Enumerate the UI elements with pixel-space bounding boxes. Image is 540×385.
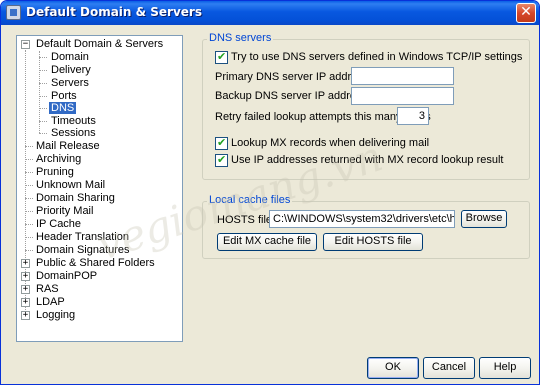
tree-item-domain-sharing[interactable]: Domain Sharing [34, 192, 117, 205]
tree-item-domain[interactable]: Domain [49, 51, 91, 64]
ok-button[interactable]: OK [367, 357, 419, 379]
title-bar[interactable]: Default Domain & Servers ✕ [1, 1, 539, 25]
dialog-window: Default Domain & Servers ✕ − Default Dom… [0, 0, 540, 385]
backup-dns-label: Backup DNS server IP address [215, 90, 368, 102]
close-button[interactable]: ✕ [516, 3, 536, 23]
tree-item-sessions[interactable]: Sessions [49, 127, 98, 140]
use-windows-dns-label: Try to use DNS servers defined in Window… [231, 51, 523, 63]
tree-item-ip-cache[interactable]: IP Cache [34, 218, 83, 231]
use-mx-ip-label: Use IP addresses returned with MX record… [231, 154, 504, 166]
tree-item-archiving[interactable]: Archiving [34, 153, 83, 166]
use-mx-ip-checkbox[interactable]: ✔ [215, 154, 228, 167]
tree-item-default-domain[interactable]: Default Domain & Servers [34, 38, 165, 51]
settings-tree[interactable]: − Default Domain & Servers Domain Delive… [16, 35, 183, 342]
browse-button[interactable]: Browse [461, 210, 507, 228]
tree-item-domainpop[interactable]: DomainPOP [34, 270, 99, 283]
expand-icon[interactable]: + [21, 298, 30, 307]
close-icon: ✕ [520, 4, 532, 20]
use-windows-dns-checkbox[interactable]: ✔ [215, 51, 228, 64]
primary-dns-label: Primary DNS server IP address [215, 71, 369, 83]
tree-item-public-shared-folders[interactable]: Public & Shared Folders [34, 257, 157, 270]
tree-item-ras[interactable]: RAS [34, 283, 61, 296]
retry-count-input[interactable]: 3 [397, 107, 429, 125]
hosts-file-label: HOSTS file [217, 214, 273, 226]
collapse-icon[interactable]: − [21, 40, 30, 49]
tree-item-servers[interactable]: Servers [49, 77, 91, 90]
expand-icon[interactable]: + [21, 259, 30, 268]
tree-item-logging[interactable]: Logging [34, 309, 77, 322]
backup-dns-input[interactable] [351, 87, 454, 105]
window-title: Default Domain & Servers [26, 5, 202, 19]
help-button[interactable]: Help [479, 357, 531, 379]
cancel-button[interactable]: Cancel [423, 357, 475, 379]
hosts-file-input[interactable]: C:\WINDOWS\system32\drivers\etc\hosts [269, 210, 455, 228]
tree-item-mail-release[interactable]: Mail Release [34, 140, 102, 153]
dns-servers-legend: DNS servers [207, 32, 274, 44]
tree-item-dns[interactable]: DNS [49, 102, 77, 115]
tree-item-delivery[interactable]: Delivery [49, 64, 93, 77]
edit-hosts-button[interactable]: Edit HOSTS file [323, 233, 423, 251]
expand-icon[interactable]: + [21, 285, 30, 294]
tree-item-pruning[interactable]: Pruning [34, 166, 76, 179]
tree-item-priority-mail[interactable]: Priority Mail [34, 205, 95, 218]
tree-item-domain-signatures[interactable]: Domain Signatures [34, 244, 132, 257]
tree-item-header-translation[interactable]: Header Translation [34, 231, 131, 244]
app-icon [6, 5, 21, 20]
expand-icon[interactable]: + [21, 311, 30, 320]
tree-item-ldap[interactable]: LDAP [34, 296, 67, 309]
local-cache-legend: Local cache files [207, 194, 293, 206]
tree-item-unknown-mail[interactable]: Unknown Mail [34, 179, 107, 192]
expand-icon[interactable]: + [21, 272, 30, 281]
lookup-mx-label: Lookup MX records when delivering mail [231, 137, 430, 149]
lookup-mx-checkbox[interactable]: ✔ [215, 137, 228, 150]
edit-mx-cache-button[interactable]: Edit MX cache file [217, 233, 317, 251]
primary-dns-input[interactable] [351, 67, 454, 85]
